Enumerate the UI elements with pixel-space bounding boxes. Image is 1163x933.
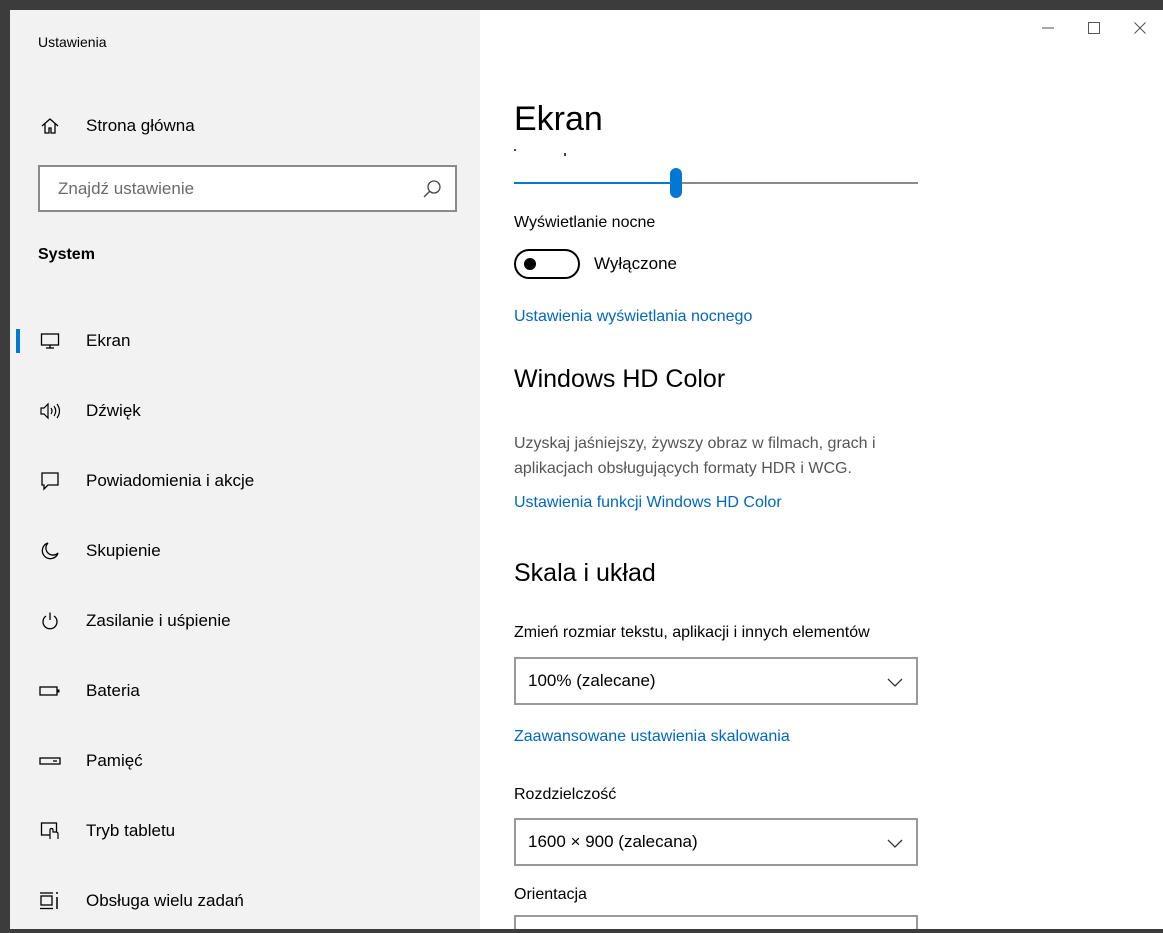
- sidebar-nav: Ekran Dźwięk Powiadomienia i akcje Skupi…: [10, 306, 480, 929]
- search-icon[interactable]: [421, 178, 443, 200]
- sidebar-item-label: Ekran: [86, 331, 131, 350]
- page-title: Ekran: [514, 100, 603, 138]
- close-button[interactable]: [1117, 10, 1163, 50]
- resolution-value: 1600 × 900 (zalecana): [528, 832, 698, 851]
- sidebar-item-label: Obsługa wielu zadań: [86, 891, 244, 910]
- section-heading-system: System: [38, 246, 95, 263]
- night-light-state: Wyłączone: [594, 254, 677, 273]
- notification-icon: [38, 469, 62, 493]
- search-box: [38, 165, 457, 212]
- minimize-button[interactable]: [1025, 10, 1071, 50]
- close-icon: [1133, 21, 1147, 40]
- sidebar-item-label: Pamięć: [86, 751, 143, 770]
- sidebar: Ustawienia Strona główna System Ekran: [10, 10, 480, 929]
- sidebar-item-wiele-zadan[interactable]: Obsługa wielu zadań: [10, 866, 480, 929]
- sidebar-item-label: Zasilanie i uśpienie: [86, 611, 231, 630]
- night-light-toggle-row: Wyłączone: [514, 249, 677, 279]
- monitor-icon: [38, 329, 62, 353]
- brightness-slider[interactable]: [514, 168, 918, 198]
- toggle-knob: [524, 258, 536, 270]
- storage-icon: [38, 749, 62, 773]
- sidebar-item-bateria[interactable]: Bateria: [10, 656, 480, 726]
- main-content: Ekran Wyświetlanie nocne Wyłączone Ustaw…: [480, 10, 1163, 929]
- hd-color-description: Uzyskaj jaśniejszy, żywszy obraz w filma…: [514, 435, 876, 477]
- moon-icon: [38, 539, 62, 563]
- resolution-dropdown[interactable]: 1600 × 900 (zalecana): [514, 818, 918, 866]
- scale-label: Zmień rozmiar tekstu, aplikacji i innych…: [514, 624, 870, 641]
- slider-thumb[interactable]: [670, 168, 682, 198]
- minimize-icon: [1041, 21, 1055, 40]
- sidebar-item-powiadomienia[interactable]: Powiadomienia i akcje: [10, 446, 480, 516]
- settings-window: Ustawienia Strona główna System Ekran: [10, 10, 1163, 929]
- scale-layout-heading: Skala i układ: [514, 559, 656, 587]
- sidebar-item-label: Skupienie: [86, 541, 161, 560]
- sidebar-item-zasilanie[interactable]: Zasilanie i uśpienie: [10, 586, 480, 656]
- sidebar-item-label: Tryb tabletu: [86, 821, 176, 840]
- window-controls: [1025, 10, 1163, 50]
- hd-color-settings-link[interactable]: Ustawienia funkcji Windows HD Color: [514, 494, 782, 512]
- sidebar-home[interactable]: Strona główna: [38, 112, 195, 140]
- resolution-label: Rozdzielczość: [514, 786, 617, 803]
- sidebar-item-label: Bateria: [86, 681, 140, 700]
- search-input[interactable]: [40, 168, 410, 209]
- speaker-icon: [38, 399, 62, 423]
- chevron-down-icon: [886, 673, 904, 691]
- night-light-settings-link[interactable]: Ustawienia wyświetlania nocnego: [514, 308, 752, 326]
- sidebar-item-label: Powiadomienia i akcje: [86, 471, 255, 490]
- advanced-scaling-link[interactable]: Zaawansowane ustawienia skalowania: [514, 728, 790, 746]
- orientation-dropdown[interactable]: [514, 915, 918, 929]
- battery-icon: [38, 679, 62, 703]
- tablet-icon: [38, 819, 62, 843]
- orientation-label: Orientacja: [514, 886, 587, 903]
- night-light-label: Wyświetlanie nocne: [514, 214, 656, 231]
- hd-color-heading: Windows HD Color: [514, 365, 726, 393]
- slider-fill: [514, 182, 676, 184]
- multitasking-icon: [38, 889, 62, 913]
- app-title: Ustawienia: [38, 34, 107, 50]
- sidebar-item-ekran[interactable]: Ekran: [10, 306, 480, 376]
- sidebar-item-dzwiek[interactable]: Dźwięk: [10, 376, 480, 446]
- home-icon: [38, 114, 62, 138]
- maximize-icon: [1087, 21, 1101, 40]
- sidebar-item-pamiec[interactable]: Pamięć: [10, 726, 480, 796]
- sidebar-home-label: Strona główna: [86, 116, 195, 135]
- scale-dropdown[interactable]: 100% (zalecane): [514, 657, 918, 705]
- night-light-toggle[interactable]: [514, 249, 580, 279]
- sidebar-item-label: Dźwięk: [86, 401, 141, 420]
- maximize-button[interactable]: [1071, 10, 1117, 50]
- sidebar-item-tryb-tabletu[interactable]: Tryb tabletu: [10, 796, 480, 866]
- scale-value: 100% (zalecane): [528, 671, 656, 690]
- brightness-label-clipped: [514, 146, 714, 156]
- power-icon: [38, 609, 62, 633]
- chevron-down-icon: [886, 834, 904, 852]
- sidebar-item-skupienie[interactable]: Skupienie: [10, 516, 480, 586]
